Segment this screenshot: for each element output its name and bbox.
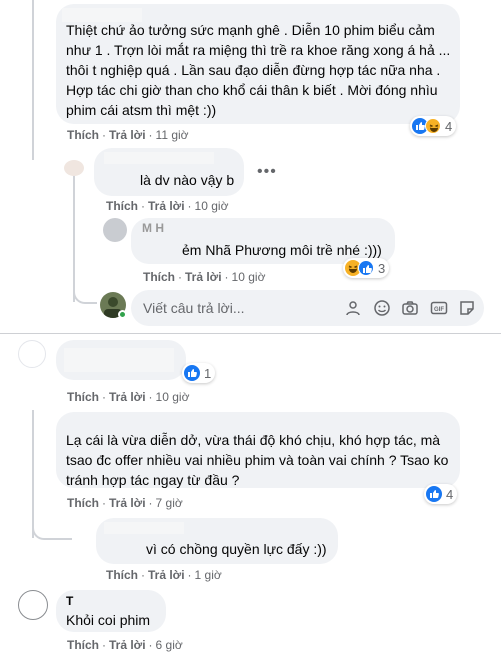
comment-text: là dv nào vậy b (140, 172, 235, 188)
sticker-icon[interactable] (458, 299, 476, 317)
comment-text: vì có chồng quyền lực đấy :)) (146, 541, 327, 557)
redacted-author (104, 522, 184, 534)
timestamp[interactable]: 10 giờ (156, 390, 190, 404)
svg-text:GIF: GIF (434, 307, 444, 313)
comment-text: Khỏi coi phim (66, 612, 151, 628)
thread-line (32, 0, 34, 160)
comment-text: Lạ cái là vừa diễn dở, vừa thái độ khó c… (66, 432, 449, 488)
thread-line (32, 410, 34, 538)
avatar[interactable] (18, 340, 46, 368)
timestamp[interactable]: 10 giờ (232, 270, 266, 284)
reply-button[interactable]: Trả lời (148, 568, 185, 582)
reply-input[interactable] (143, 290, 333, 326)
comment-actions: Thích · Trả lời · 7 giờ (67, 496, 183, 510)
comment-actions: Thích · Trả lời · 10 giờ (106, 199, 229, 213)
reaction-summary[interactable]: 3 (343, 258, 390, 278)
comment-actions: Thích · Trả lời · 6 giờ (67, 638, 183, 652)
reply-button[interactable]: Trả lời (109, 638, 146, 652)
timestamp[interactable]: 1 giờ (195, 568, 222, 582)
timestamp[interactable]: 7 giờ (156, 496, 183, 510)
like-button[interactable]: Thích (67, 638, 99, 652)
like-button[interactable]: Thích (106, 568, 138, 582)
thread-connector (73, 284, 97, 304)
like-button[interactable]: Thích (67, 496, 99, 510)
comment-author-fragment[interactable]: T (66, 594, 73, 608)
reply-button[interactable]: Trả lời (185, 270, 222, 284)
reply-box: GIF (131, 290, 484, 326)
reaction-count: 4 (445, 118, 453, 134)
avatar-sticker-icon[interactable] (344, 299, 362, 317)
reaction-summary[interactable]: 1 (182, 363, 216, 383)
comment-author-fragment[interactable]: M H (142, 222, 164, 234)
comment-actions: Thích · Trả lời · 10 giờ (67, 390, 190, 404)
comment-divider (0, 333, 501, 334)
reaction-summary[interactable]: 4 (424, 484, 458, 504)
thread-line (73, 172, 75, 302)
reaction-count: 4 (446, 486, 454, 502)
avatar[interactable] (18, 590, 48, 620)
timestamp[interactable]: 11 giờ (156, 128, 189, 142)
emoji-icon[interactable] (373, 299, 391, 317)
reaction-summary[interactable]: 4 (410, 116, 457, 136)
like-icon (184, 365, 200, 381)
timestamp[interactable]: 6 giờ (156, 638, 183, 652)
comment-actions: Thích · Trả lời · 10 giờ (143, 270, 266, 284)
thread-connector (32, 140, 66, 160)
reaction-count: 1 (204, 365, 212, 381)
reaction-count: 3 (378, 260, 386, 276)
gif-icon[interactable]: GIF (430, 299, 448, 317)
like-button[interactable]: Thích (106, 199, 138, 213)
camera-icon[interactable] (401, 299, 419, 317)
reply-button[interactable]: Trả lời (148, 199, 185, 213)
like-button[interactable]: Thích (67, 390, 99, 404)
reply-button[interactable]: Trả lời (109, 390, 146, 404)
reply-button[interactable]: Trả lời (109, 496, 146, 510)
more-options-button[interactable]: ••• (257, 164, 277, 180)
like-button[interactable]: Thích (67, 128, 99, 142)
avatar[interactable] (103, 218, 127, 242)
redacted-author (104, 152, 214, 164)
avatar[interactable] (64, 160, 84, 176)
online-status-dot (118, 310, 127, 319)
haha-icon (425, 118, 441, 134)
like-button[interactable]: Thích (143, 270, 175, 284)
redacted-text (64, 348, 174, 372)
comment-text: Thiệt chứ ảo tưởng sức mạnh ghê . Diễn 1… (66, 22, 451, 118)
like-icon (426, 486, 442, 502)
like-icon (358, 260, 374, 276)
comment-actions: Thích · Trả lời · 1 giờ (106, 568, 222, 582)
timestamp[interactable]: 10 giờ (195, 199, 229, 213)
comment-actions: Thích · Trả lời · 11 giờ (67, 128, 189, 142)
thread-connector (32, 520, 72, 540)
comment-text: ẻm Nhã Phương môi trề nhé :))) (182, 242, 382, 258)
reply-button[interactable]: Trả lời (109, 128, 146, 142)
